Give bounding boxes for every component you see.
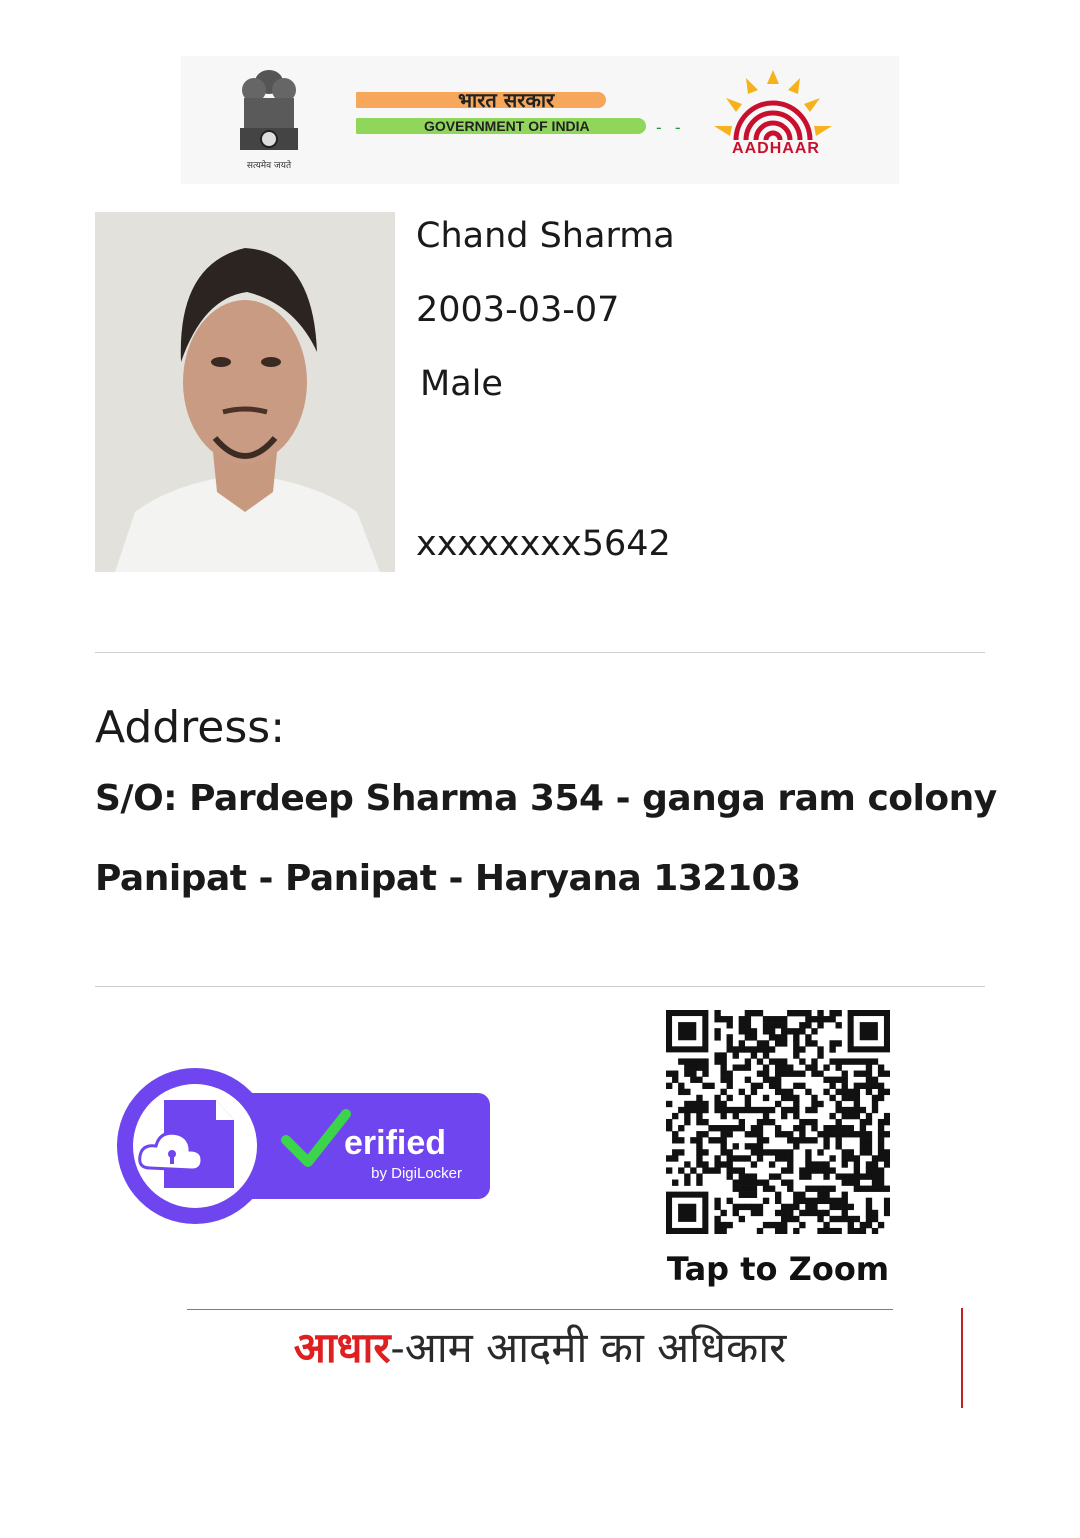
gov-english-text: GOVERNMENT OF INDIA xyxy=(424,118,590,134)
footer-rule xyxy=(187,1309,893,1310)
divider xyxy=(95,986,985,987)
address-label: Address: xyxy=(95,702,286,753)
aadhaar-logo-text: AADHAAR xyxy=(732,140,820,157)
holder-name: Chand Sharma xyxy=(416,216,675,256)
profile-photo xyxy=(95,212,395,572)
gov-hindi-text: भारत सरकार xyxy=(458,88,555,112)
ashoka-emblem-icon: सत्यमेव जयते xyxy=(240,70,298,171)
tagline-rest: -आम आदमी का अधिकार xyxy=(390,1323,787,1372)
emblem-motto: सत्यमेव जयते xyxy=(247,159,292,171)
divider xyxy=(95,652,985,653)
verified-text: erified xyxy=(344,1124,446,1162)
footer-side-bar xyxy=(961,1308,963,1408)
tap-to-zoom-button[interactable]: Tap to Zoom xyxy=(666,1250,890,1288)
address-line-2: Panipat - Panipat - Haryana 132103 xyxy=(95,858,801,899)
masked-aadhaar-number: xxxxxxxx5642 xyxy=(416,524,671,564)
person-portrait-icon xyxy=(95,212,395,572)
qr-code[interactable] xyxy=(666,1010,890,1234)
aadhaar-tagline: आधार-आम आदमी का अधिकार xyxy=(188,1318,892,1375)
gov-dash-decoration: - - xyxy=(656,118,685,137)
government-of-india-logo: भारत सरकार GOVERNMENT OF INDIA - - xyxy=(356,84,706,144)
date-of-birth: 2003-03-07 xyxy=(416,290,620,330)
tagline-aadhaar-word: आधार xyxy=(293,1323,391,1372)
address-line-1: S/O: Pardeep Sharma 354 - ganga ram colo… xyxy=(95,778,997,819)
gender: Male xyxy=(420,364,503,404)
digilocker-text: by DigiLocker xyxy=(371,1165,462,1182)
digilocker-verified-badge: erified by DigiLocker xyxy=(117,1068,490,1224)
